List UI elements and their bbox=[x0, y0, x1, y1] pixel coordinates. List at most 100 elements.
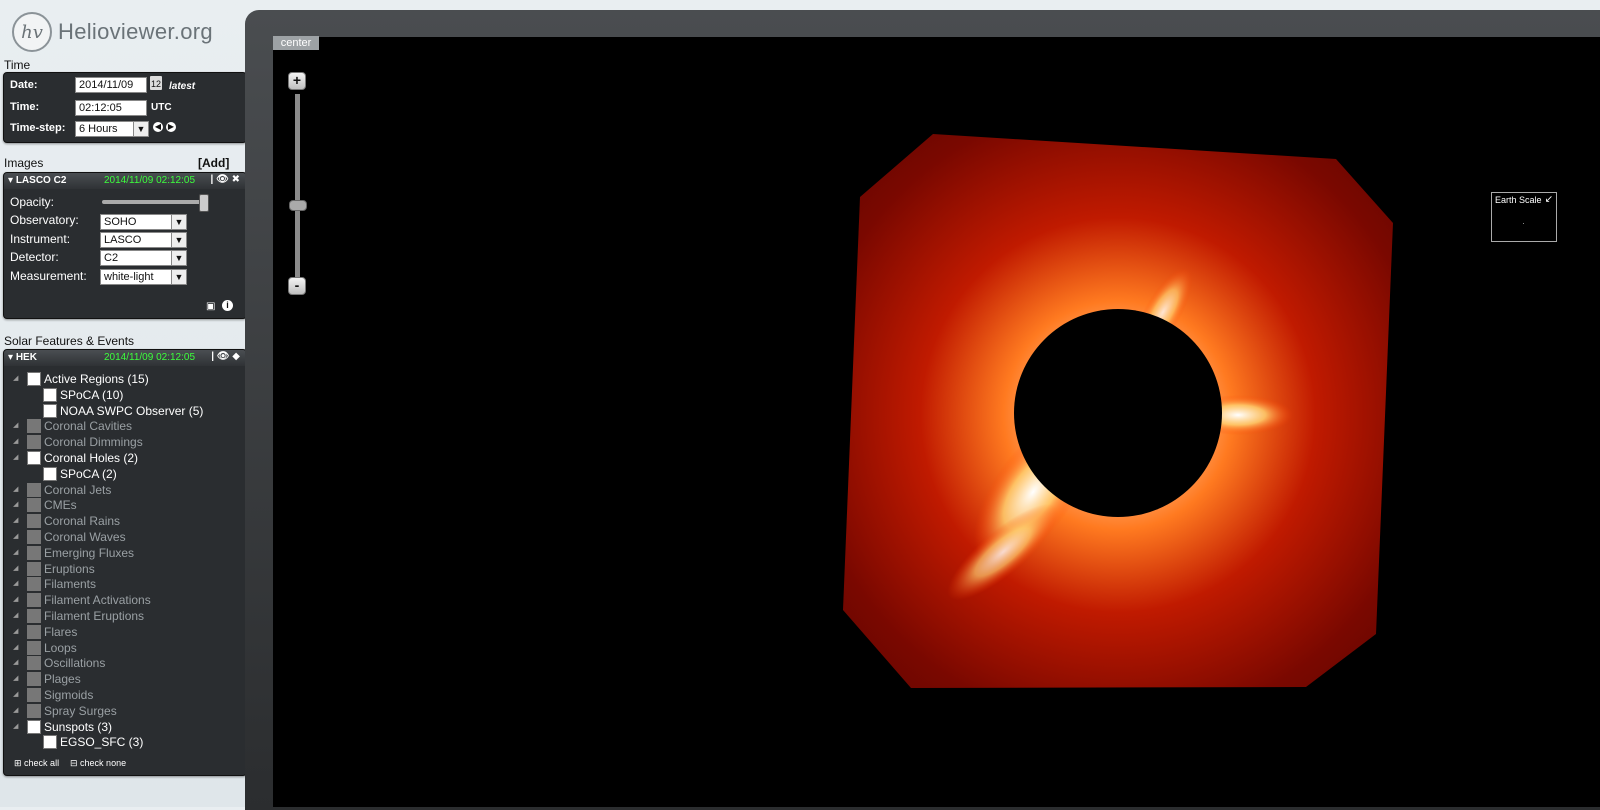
feature-checkbox[interactable] bbox=[43, 403, 57, 418]
expand-triangle-icon[interactable]: ◢ bbox=[13, 674, 18, 682]
feature-checkbox[interactable] bbox=[43, 387, 57, 402]
feature-item[interactable]: ◢ Coronal Holes (2) bbox=[13, 451, 138, 465]
feature-checkbox[interactable] bbox=[27, 593, 41, 608]
feature-item[interactable]: ◢ Sigmoids bbox=[13, 688, 93, 702]
feature-item[interactable]: ◢ Eruptions bbox=[13, 561, 95, 576]
feature-item[interactable]: ◢ Coronal Cavities bbox=[13, 419, 132, 434]
feature-item[interactable]: ◢ Plages bbox=[13, 672, 81, 687]
center-button[interactable]: center bbox=[273, 36, 319, 50]
expand-triangle-icon[interactable]: ◢ bbox=[13, 453, 18, 461]
feature-checkbox[interactable] bbox=[27, 482, 41, 497]
expand-triangle-icon[interactable]: ◢ bbox=[13, 595, 18, 603]
expand-triangle-icon[interactable]: ◢ bbox=[13, 421, 18, 429]
instrument-select[interactable]: LASCO ▼ bbox=[100, 232, 187, 248]
feature-checkbox[interactable] bbox=[27, 435, 41, 450]
detector-select[interactable]: C2 ▼ bbox=[100, 250, 187, 266]
layer-header[interactable]: ▾ LASCO C2 2014/11/09 02:12:05 | 👁 ✖ bbox=[4, 173, 246, 189]
feature-item[interactable]: ◢ Coronal Rains bbox=[13, 514, 120, 529]
latest-link[interactable]: latest bbox=[169, 81, 195, 92]
app-logo[interactable]: hv Helioviewer.org bbox=[12, 12, 213, 52]
feature-item[interactable]: ◢ Loops bbox=[13, 640, 77, 655]
expand-triangle-icon[interactable]: ◢ bbox=[13, 611, 18, 619]
step-back-icon[interactable]: ◀ bbox=[153, 122, 163, 132]
zoom-in-button[interactable]: + bbox=[288, 72, 306, 90]
feature-item[interactable]: SPoCA (10) bbox=[43, 387, 123, 402]
feature-item[interactable]: ◢ Flares bbox=[13, 624, 77, 639]
opacity-slider-thumb[interactable] bbox=[199, 194, 209, 212]
feature-checkbox[interactable] bbox=[27, 372, 41, 386]
feature-item[interactable]: ◢ Emerging Fluxes bbox=[13, 545, 134, 560]
measurement-select[interactable]: white-light ▼ bbox=[100, 269, 187, 285]
expand-triangle-icon[interactable]: ◢ bbox=[13, 643, 18, 651]
earth-scale-panel[interactable]: Earth Scale ↙ bbox=[1491, 192, 1557, 242]
expand-triangle-icon[interactable]: ◢ bbox=[13, 532, 18, 540]
timestep-select[interactable]: 6 Hours ▼ bbox=[75, 121, 149, 137]
expand-triangle-icon[interactable]: ◢ bbox=[13, 485, 18, 493]
opacity-slider-track[interactable] bbox=[102, 200, 202, 204]
feature-checkbox[interactable] bbox=[27, 498, 41, 513]
expand-triangle-icon[interactable]: ◢ bbox=[13, 548, 18, 556]
feature-checkbox[interactable] bbox=[27, 514, 41, 529]
step-forward-icon[interactable]: ▶ bbox=[166, 122, 176, 132]
calendar-icon[interactable]: 12 bbox=[150, 76, 162, 90]
feature-checkbox[interactable] bbox=[27, 640, 41, 655]
info-icon[interactable]: i bbox=[222, 300, 233, 311]
feature-item[interactable]: ◢ Oscillations bbox=[13, 656, 105, 671]
feature-item[interactable]: SPoCA (2) bbox=[43, 466, 117, 481]
hek-header[interactable]: ▾ HEK 2014/11/09 02:12:05 | 👁 ◆ bbox=[4, 350, 246, 366]
time-input[interactable] bbox=[75, 100, 147, 116]
expand-triangle-icon[interactable]: ◢ bbox=[13, 722, 18, 730]
expand-triangle-icon[interactable]: ◢ bbox=[13, 579, 18, 587]
expand-triangle-icon[interactable]: ◢ bbox=[13, 564, 18, 572]
visibility-eye-icon[interactable]: | 👁 bbox=[211, 351, 229, 362]
feature-item[interactable]: ◢ Spray Surges bbox=[13, 703, 117, 718]
solar-viewport[interactable] bbox=[273, 37, 1600, 807]
visibility-eye-icon[interactable]: | 👁 bbox=[211, 174, 229, 185]
feature-checkbox[interactable] bbox=[43, 735, 57, 750]
feature-item[interactable]: ◢ Filament Eruptions bbox=[13, 609, 144, 623]
feature-item[interactable]: ◢ CMEs bbox=[13, 498, 77, 513]
feature-checkbox[interactable] bbox=[27, 672, 41, 687]
expand-triangle-icon[interactable]: ◢ bbox=[13, 374, 18, 382]
tag-icon[interactable]: ◆ bbox=[232, 351, 240, 362]
feature-checkbox[interactable] bbox=[27, 530, 41, 544]
feature-item[interactable]: ◢ Coronal Jets bbox=[13, 482, 111, 497]
expand-triangle-icon[interactable]: ◢ bbox=[13, 658, 18, 666]
feature-item[interactable]: EGSO_SFC (3) bbox=[43, 735, 143, 750]
feature-item[interactable]: ◢ Filaments bbox=[13, 577, 96, 592]
expand-triangle-icon[interactable]: ◢ bbox=[13, 706, 18, 714]
feature-checkbox[interactable] bbox=[27, 624, 41, 639]
date-input[interactable] bbox=[75, 77, 147, 93]
feature-checkbox[interactable] bbox=[27, 561, 41, 576]
zoom-slider-track[interactable] bbox=[295, 94, 300, 280]
feature-item[interactable]: ◢ Coronal Waves bbox=[13, 530, 126, 544]
feature-item[interactable]: ◢ Sunspots (3) bbox=[13, 719, 112, 734]
feature-item[interactable]: ◢ Filament Activations bbox=[13, 593, 151, 608]
feature-checkbox[interactable] bbox=[27, 545, 41, 560]
feature-item[interactable]: ◢ Coronal Dimmings bbox=[13, 435, 143, 450]
image-icon[interactable]: ▣ bbox=[206, 301, 215, 312]
expand-triangle-icon[interactable]: ◢ bbox=[13, 627, 18, 635]
feature-checkbox[interactable] bbox=[27, 719, 41, 734]
feature-checkbox[interactable] bbox=[27, 703, 41, 718]
zoom-slider-handle[interactable] bbox=[289, 200, 307, 211]
zoom-out-button[interactable]: - bbox=[288, 277, 306, 295]
expand-triangle-icon[interactable]: ◢ bbox=[13, 500, 18, 508]
check-none-link[interactable]: ⊟ check none bbox=[70, 758, 126, 769]
feature-item[interactable]: ◢ Active Regions (15) bbox=[13, 372, 149, 386]
feature-checkbox[interactable] bbox=[43, 466, 57, 481]
expand-triangle-icon[interactable]: ◢ bbox=[13, 516, 18, 524]
observatory-select[interactable]: SOHO ▼ bbox=[100, 214, 187, 230]
feature-checkbox[interactable] bbox=[27, 577, 41, 592]
add-layer-link[interactable]: [Add] bbox=[198, 156, 229, 170]
expand-triangle-icon[interactable]: ◢ bbox=[13, 690, 18, 698]
feature-checkbox[interactable] bbox=[27, 609, 41, 623]
check-all-link[interactable]: ⊞ check all bbox=[14, 758, 59, 769]
feature-item[interactable]: NOAA SWPC Observer (5) bbox=[43, 403, 203, 418]
feature-checkbox[interactable] bbox=[27, 451, 41, 465]
feature-checkbox[interactable] bbox=[27, 688, 41, 702]
expand-triangle-icon[interactable]: ◢ bbox=[13, 437, 18, 445]
feature-checkbox[interactable] bbox=[27, 419, 41, 434]
close-icon[interactable]: ✖ bbox=[232, 174, 240, 185]
feature-checkbox[interactable] bbox=[27, 656, 41, 671]
